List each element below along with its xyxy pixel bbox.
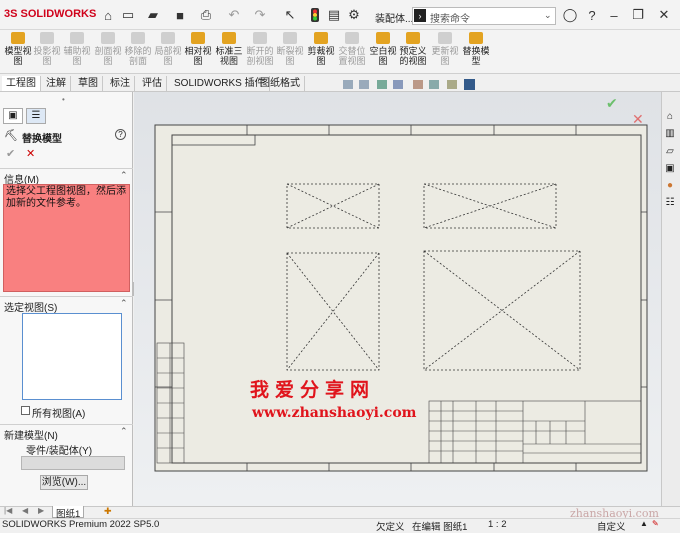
product-version: SOLIDWORKS Premium 2022 SP5.0 (2, 519, 160, 530)
design-library-icon[interactable]: ▥ (664, 128, 676, 140)
watermark-url: www.zhanshaoyi.com (252, 405, 417, 421)
status-editing: 在编辑 图纸1 (412, 522, 468, 533)
sheet-nav-prev-icon[interactable]: ◀ (22, 506, 28, 515)
sheet-nav-next-icon[interactable]: ▶ (38, 506, 44, 515)
drawing-sheet[interactable] (0, 0, 680, 530)
view-toolbar-icons (343, 79, 475, 90)
status-scale[interactable]: 1 : 2 (488, 519, 507, 530)
units-up-icon[interactable]: ▲ (640, 519, 648, 528)
status-units[interactable]: 自定义 (597, 519, 626, 533)
resources-home-icon[interactable]: ⌂ (664, 111, 676, 123)
view-palette-icon[interactable]: ▣ (664, 163, 676, 175)
add-sheet-icon[interactable]: ✚ (104, 506, 112, 517)
sheet-tab-1[interactable]: 图纸1 (52, 506, 85, 520)
sheet-nav-first-icon[interactable]: |◀ (4, 506, 12, 515)
status-undefined: 欠定义 (376, 522, 405, 533)
appearances-icon[interactable]: ● (664, 180, 676, 192)
notifications-icon[interactable]: ✎ (652, 519, 659, 528)
custom-properties-icon[interactable]: ☷ (664, 197, 676, 209)
file-explorer-icon[interactable]: ▱ (664, 146, 676, 158)
watermark-chinese: 我爱分享网 (250, 379, 376, 401)
